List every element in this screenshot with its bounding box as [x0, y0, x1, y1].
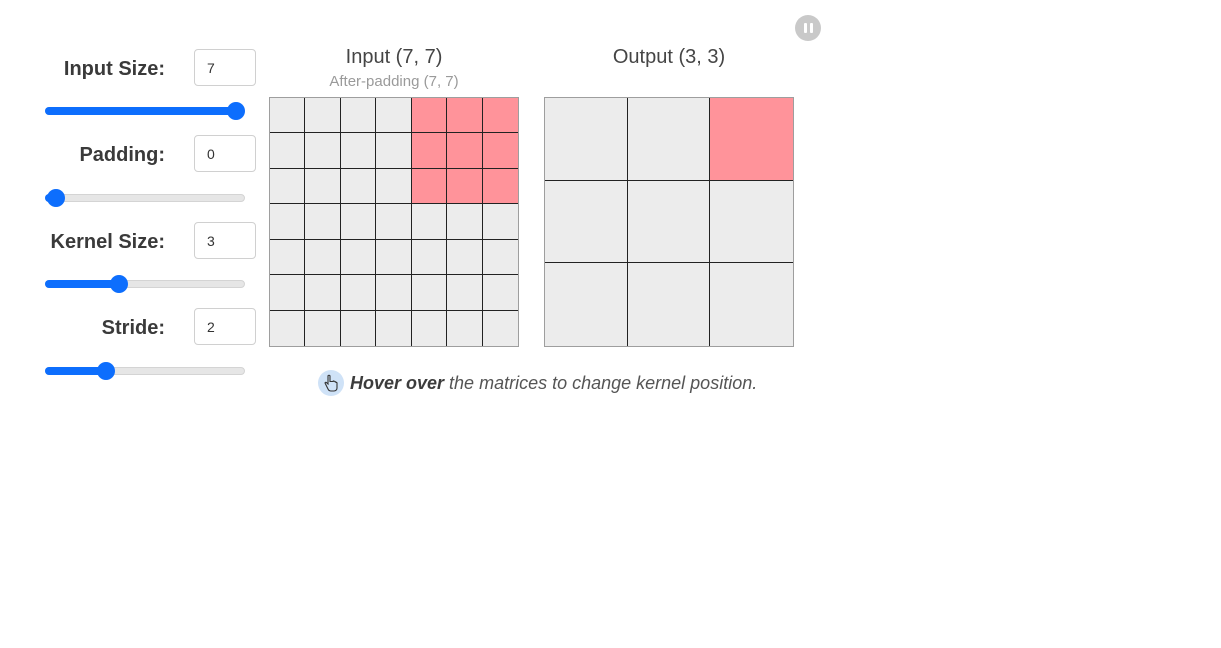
input-matrix-cell[interactable] [482, 275, 518, 311]
input-matrix-cell[interactable] [270, 98, 306, 134]
slider-thumb[interactable] [97, 362, 116, 380]
hover-hint: Hover over the matrices to change kernel… [318, 370, 757, 396]
input-matrix-cell[interactable] [376, 168, 412, 205]
input-matrix-cell[interactable] [411, 204, 448, 240]
output-matrix-cell[interactable] [627, 180, 711, 264]
kernel-size-slider[interactable] [45, 275, 245, 293]
input-matrix-cell[interactable] [340, 204, 377, 240]
input-matrix-cell[interactable] [411, 168, 448, 205]
input-matrix-cell[interactable] [270, 239, 306, 276]
input-matrix-cell[interactable] [376, 239, 412, 276]
input-matrix-cell[interactable] [482, 204, 518, 240]
hand-pointer-icon [318, 370, 344, 396]
stride-slider[interactable] [45, 362, 245, 380]
input-matrix-cell[interactable] [482, 98, 518, 134]
input-size-slider[interactable] [45, 102, 245, 120]
input-matrix-cell[interactable] [340, 310, 377, 346]
stride-label: Stride: [101, 317, 165, 339]
output-matrix[interactable] [544, 97, 794, 347]
hint-emphasis: Hover over [350, 372, 445, 393]
input-matrix-cell[interactable] [270, 310, 306, 346]
input-matrix-title: Input (7, 7) [345, 46, 443, 68]
input-matrix-cell[interactable] [482, 133, 518, 169]
input-matrix-cell[interactable] [447, 98, 483, 134]
output-matrix-cell[interactable] [710, 263, 793, 346]
input-matrix-cell[interactable] [270, 168, 306, 205]
input-matrix-cell[interactable] [482, 310, 518, 346]
convolution-visualizer: Input Size: Padding: Kernel Size: Stride… [0, 0, 838, 420]
input-matrix-cell[interactable] [447, 239, 483, 276]
padding-slider[interactable] [45, 189, 245, 207]
input-size-field[interactable] [194, 49, 256, 86]
input-matrix-cell[interactable] [447, 168, 483, 205]
slider-thumb[interactable] [110, 275, 128, 293]
input-size-label: Input Size: [63, 58, 165, 80]
input-matrix-cell[interactable] [411, 133, 448, 169]
input-matrix-cell[interactable] [340, 239, 377, 276]
input-matrix-cell[interactable] [305, 204, 341, 240]
output-matrix-cell[interactable] [710, 180, 793, 264]
padding-field[interactable] [194, 135, 256, 172]
input-matrix-cell[interactable] [376, 275, 412, 311]
input-matrix-cell[interactable] [340, 98, 377, 134]
slider-thumb[interactable] [227, 102, 245, 120]
input-matrix-cell[interactable] [305, 168, 341, 205]
input-matrix-cell[interactable] [447, 204, 483, 240]
hint-text: the matrices to change kernel position. [449, 372, 758, 393]
input-matrix-cell[interactable] [482, 239, 518, 276]
input-matrix-cell[interactable] [340, 168, 377, 205]
input-matrix-cell[interactable] [411, 275, 448, 311]
pause-button[interactable] [795, 15, 821, 41]
input-matrix-cell[interactable] [270, 275, 306, 311]
input-matrix-cell[interactable] [447, 310, 483, 346]
input-matrix-cell[interactable] [411, 239, 448, 276]
input-matrix[interactable] [269, 97, 519, 347]
input-matrix-cell[interactable] [270, 133, 306, 169]
output-matrix-cell[interactable] [545, 263, 628, 346]
kernel-size-label: Kernel Size: [50, 231, 165, 253]
stride-field[interactable] [194, 308, 256, 345]
output-matrix-cell[interactable] [545, 180, 628, 264]
output-matrix-title: Output (3, 3) [612, 46, 726, 68]
slider-thumb[interactable] [47, 189, 65, 207]
pause-icon [802, 23, 814, 33]
input-matrix-cell[interactable] [482, 168, 518, 205]
output-matrix-cell[interactable] [710, 98, 793, 181]
input-matrix-cell[interactable] [340, 275, 377, 311]
input-matrix-cell[interactable] [447, 275, 483, 311]
input-matrix-cell[interactable] [305, 133, 341, 169]
output-matrix-cell[interactable] [627, 263, 711, 346]
input-matrix-cell[interactable] [376, 98, 412, 134]
padding-label: Padding: [79, 144, 165, 166]
output-matrix-cell[interactable] [627, 98, 711, 181]
input-matrix-cell[interactable] [376, 310, 412, 346]
input-matrix-cell[interactable] [305, 98, 341, 134]
input-matrix-cell[interactable] [411, 98, 448, 134]
input-matrix-cell[interactable] [270, 204, 306, 240]
input-matrix-cell[interactable] [411, 310, 448, 346]
input-matrix-cell[interactable] [376, 133, 412, 169]
input-matrix-cell[interactable] [376, 204, 412, 240]
input-matrix-cell[interactable] [305, 239, 341, 276]
input-matrix-cell[interactable] [305, 275, 341, 311]
kernel-size-field[interactable] [194, 222, 256, 259]
input-matrix-cell[interactable] [340, 133, 377, 169]
input-matrix-subtitle: After-padding (7, 7) [329, 73, 459, 90]
output-matrix-cell[interactable] [545, 98, 628, 181]
input-matrix-cell[interactable] [447, 133, 483, 169]
input-matrix-cell[interactable] [305, 310, 341, 346]
